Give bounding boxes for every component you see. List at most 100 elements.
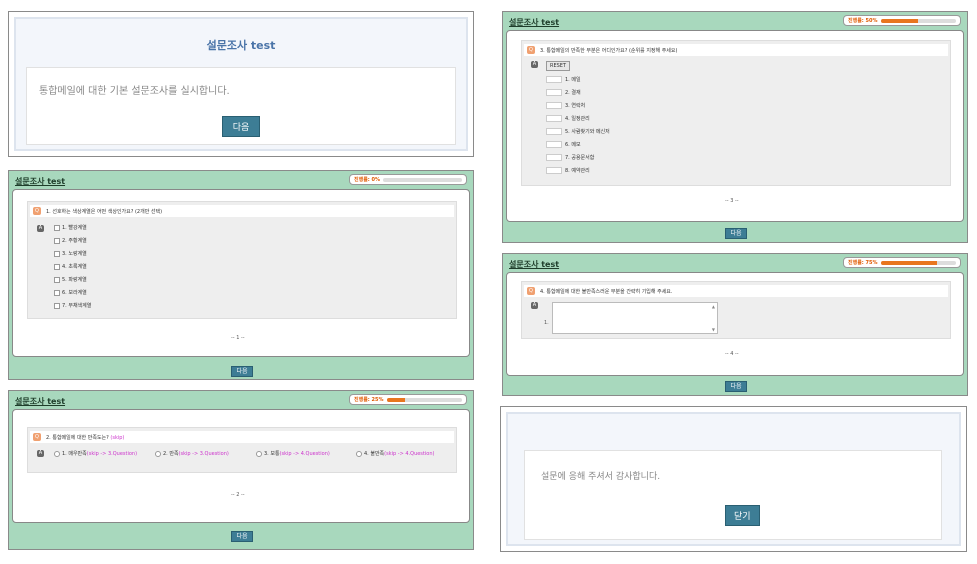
intro-panel: 설문조사 test 통합메일에 대한 기본 설문조사를 실시합니다. 다음 [8,11,474,157]
q2-option[interactable]: 1. 매우만족 (skip -> 3.Question) [54,450,137,457]
scroll-down-icon[interactable]: ▼ [712,327,715,332]
q2-next-button[interactable]: 다음 [231,531,253,542]
q1-next-button[interactable]: 다음 [231,366,253,377]
q1-option[interactable]: 5. 파랑계열 [54,276,87,283]
end-close-button[interactable]: 닫기 [725,505,760,526]
q4-answer-textarea[interactable]: ▲ ▼ [552,302,718,334]
q3-question-marker: Q [527,46,535,54]
q2-option-label: 2. 만족 [163,451,179,457]
rank-input[interactable] [546,102,562,109]
intro-message: 통합메일에 대한 기본 설문조사를 실시합니다. [39,86,230,97]
q3-rank-item: 6. 메모 [546,141,581,148]
q2-progress: 진행률: 25% [349,394,467,405]
rank-input[interactable] [546,154,562,161]
intro-title: 설문조사 test [206,39,276,52]
q1-option[interactable]: 3. 노랑계열 [54,250,87,257]
q1-option[interactable]: 6. 보라계열 [54,289,87,296]
q3-rank-item: 8. 예약관리 [546,167,590,174]
q1-progress-text: 진행률: 0% [354,177,381,183]
radio-button[interactable] [155,450,161,457]
q2-option[interactable]: 4. 불만족 (skip -> 4.Question) [356,450,434,457]
q2-survey-title[interactable]: 설문조사 test [15,396,65,407]
q2-option-label: 3. 보통 [264,451,280,457]
q3-progress-fill [880,18,919,23]
q2-option[interactable]: 2. 만족 (skip -> 3.Question) [155,450,229,457]
q3-rank-label: 4. 일정관리 [565,116,590,122]
q4-card: Q 4. 통합메일에 대한 불만족스러운 부분을 간략히 기입해 주세요. A … [506,272,964,376]
rank-input[interactable] [546,76,562,83]
q3-rank-item: 5. 사람찾기와 메신저 [546,128,610,135]
q1-option-label: 4. 초록계열 [62,264,87,270]
q2-option-skip: (skip -> 4.Question) [279,450,330,457]
q3-survey-title[interactable]: 설문조사 test [509,17,559,28]
radio-button[interactable] [54,450,60,457]
q2-option-skip: (skip -> 4.Question) [384,450,435,457]
end-box: 설문에 응해 주셔서 감사합니다. 닫기 [524,450,942,540]
q3-rank-item: 3. 연락처 [546,102,585,109]
q4-survey-title[interactable]: 설문조사 test [509,259,559,270]
q4-page-indicator: -- 4 -- [725,351,739,357]
checkbox[interactable] [54,263,60,270]
q1-option[interactable]: 2. 주황계열 [54,237,87,244]
q1-progress-bar [383,177,462,182]
rank-input[interactable] [546,115,562,122]
q1-option[interactable]: 1. 빨강계열 [54,224,87,231]
q4-answer-marker: A [531,302,538,309]
q1-question-line: Q 1. 선호하는 색상계열은 어떤 색상인가요? (2개만 선택) [30,205,454,217]
q1-option[interactable]: 4. 초록계열 [54,263,87,270]
q2-option-label: 1. 매우만족 [62,451,87,457]
checkbox[interactable] [54,237,60,244]
q4-progress-fill [880,260,938,265]
rank-input[interactable] [546,167,562,174]
end-inner: 설문에 응해 주셔서 감사합니다. 닫기 [506,412,961,546]
q2-option[interactable]: 3. 보통 (skip -> 4.Question) [256,450,330,457]
q2-page-indicator: -- 2 -- [231,492,245,498]
rank-input[interactable] [546,89,562,96]
q4-progress: 진행률: 75% [843,257,961,268]
q3-rank-item: 7. 공용문서함 [546,154,594,161]
q3-question-area: Q 3. 통합메일의 만족한 부분은 어디인가요? (순위를 지정해 주세요) … [521,40,951,186]
q4-progress-text: 진행률: 75% [848,260,878,266]
q2-card: Q 2. 통합메일에 대한 만족도는? (skip) A 1. 매우만족 (ski… [12,409,470,523]
q3-panel: 설문조사 test 진행률: 50% Q 3. 통합메일의 만족한 부분은 어디… [502,11,968,243]
q3-rank-item: 4. 일정관리 [546,115,590,122]
rank-input[interactable] [546,128,562,135]
intro-button-wrap: 다음 [39,115,443,137]
rank-input[interactable] [546,141,562,148]
q4-answer-index: 1. [544,320,549,326]
q3-card: Q 3. 통합메일의 만족한 부분은 어디인가요? (순위를 지정해 주세요) … [506,30,964,222]
checkbox[interactable] [54,289,60,296]
q2-option-skip: (skip -> 3.Question) [178,450,229,457]
q1-question-text: 1. 선호하는 색상계열은 어떤 색상인가요? (2개만 선택) [46,209,163,215]
q1-progress: 진행률: 0% [349,174,467,185]
q1-option-label: 2. 주황계열 [62,238,87,244]
q1-option-label: 7. 무채색계열 [62,303,92,309]
q2-progress-fill [386,397,406,402]
q4-question-area: Q 4. 통합메일에 대한 불만족스러운 부분을 간략히 기입해 주세요. A … [521,281,951,339]
q3-rank-label: 8. 예약관리 [565,168,590,174]
q2-progress-bar [386,397,462,402]
checkbox[interactable] [54,302,60,309]
intro-next-button[interactable]: 다음 [221,116,261,137]
q3-rank-item: 2. 결재 [546,89,581,96]
checkbox[interactable] [54,224,60,231]
q3-next-button[interactable]: 다음 [725,228,747,239]
q4-next-button[interactable]: 다음 [725,381,747,392]
radio-button[interactable] [256,450,262,457]
q4-question-marker: Q [527,287,535,295]
q3-progress-text: 진행률: 50% [848,18,878,24]
q1-answer-marker: A [37,225,44,232]
q3-progress: 진행률: 50% [843,15,961,26]
radio-button[interactable] [356,450,362,457]
q1-survey-title[interactable]: 설문조사 test [15,176,65,187]
q3-answer-marker: A [531,61,538,68]
checkbox[interactable] [54,276,60,283]
scroll-up-icon[interactable]: ▲ [712,304,715,309]
intro-inner: 설문조사 test 통합메일에 대한 기본 설문조사를 실시합니다. 다음 [14,17,468,151]
q3-rank-label: 3. 연락처 [565,103,586,109]
q1-option[interactable]: 7. 무채색계열 [54,302,91,309]
q3-reset-button[interactable]: RESET [546,61,571,71]
checkbox[interactable] [54,250,60,257]
q1-option-label: 5. 파랑계열 [62,277,87,283]
q3-rank-label: 5. 사람찾기와 메신저 [565,129,610,135]
